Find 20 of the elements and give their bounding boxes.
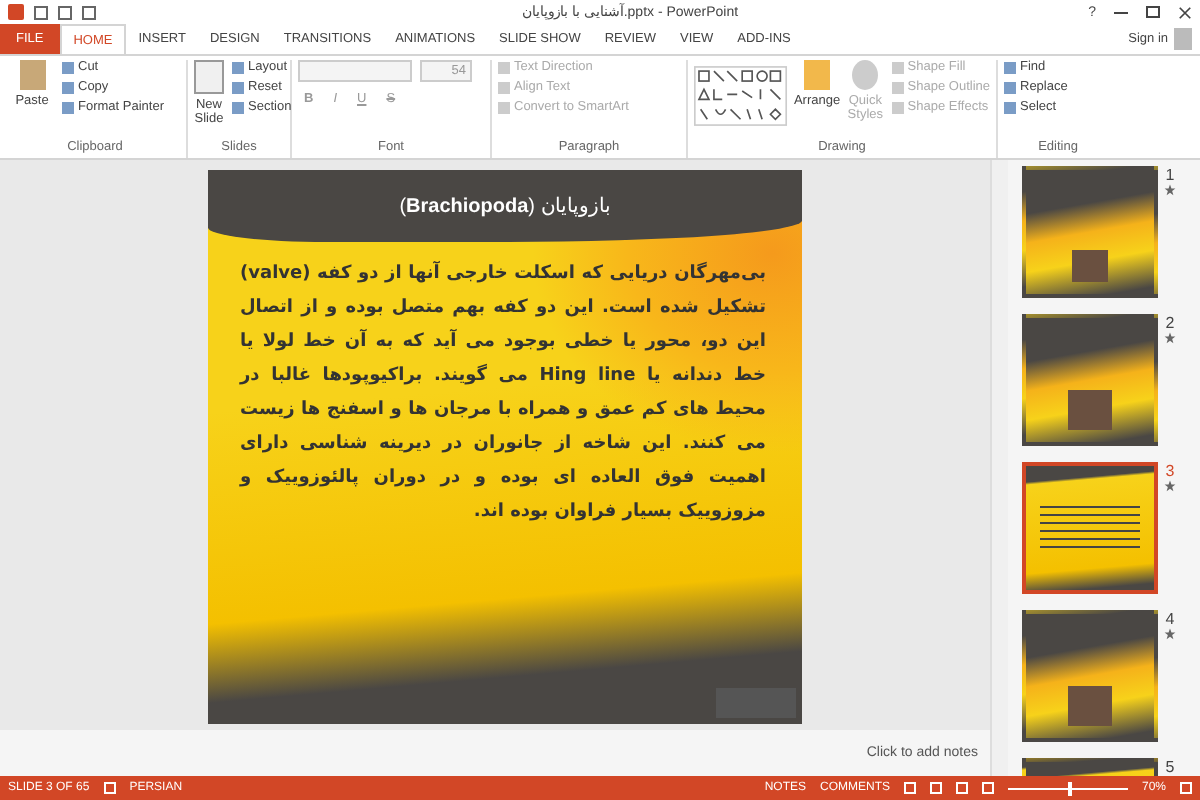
slide-number: 3: [1165, 462, 1175, 480]
slide-number: 5: [1165, 758, 1175, 776]
shapes-gallery[interactable]: [694, 60, 788, 132]
font-name-field[interactable]: [298, 60, 412, 82]
star-icon: [1164, 332, 1176, 344]
slide-thumbnail[interactable]: [1022, 462, 1158, 594]
slide-number: 1: [1165, 166, 1175, 184]
slide-number: 2: [1165, 314, 1175, 332]
slide-thumbnail[interactable]: [1022, 610, 1158, 742]
app-logo-icon: [8, 4, 24, 20]
close-icon[interactable]: [1178, 5, 1192, 19]
minimize-icon[interactable]: [1114, 11, 1128, 13]
star-icon: [1164, 480, 1176, 492]
star-icon: [1164, 628, 1176, 640]
slide-number: 4: [1165, 610, 1175, 628]
slide-thumbnail[interactable]: [1022, 314, 1158, 446]
maximize-icon[interactable]: [1146, 6, 1160, 18]
scrollbar[interactable]: [990, 160, 1008, 776]
slide-thumbnail[interactable]: [1022, 166, 1158, 298]
star-icon: [1164, 184, 1176, 196]
